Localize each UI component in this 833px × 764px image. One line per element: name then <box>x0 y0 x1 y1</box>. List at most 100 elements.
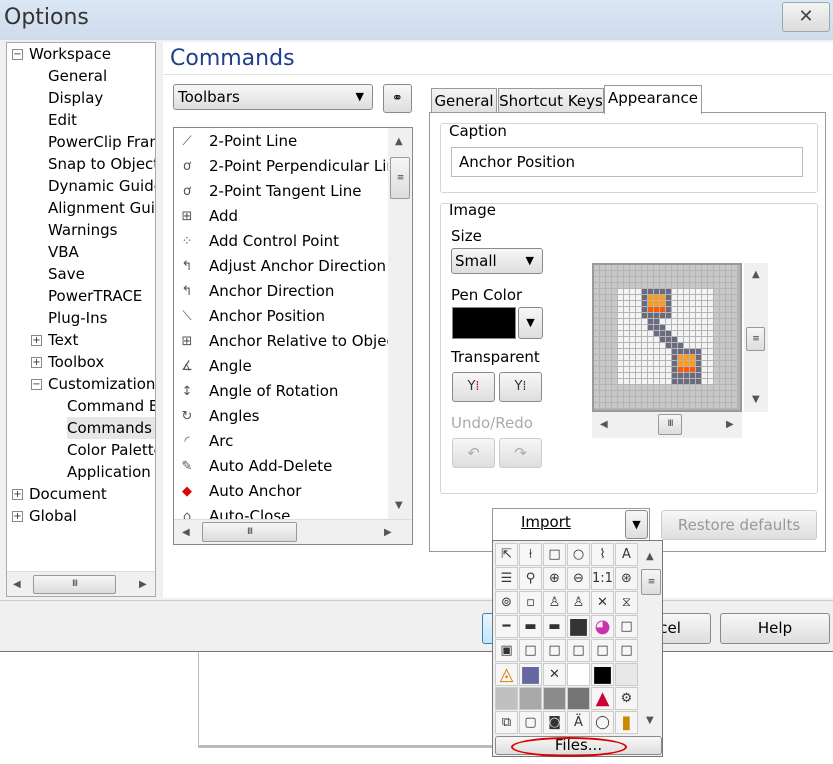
pixel-cell[interactable] <box>666 355 671 360</box>
pixel-cell[interactable] <box>600 349 605 354</box>
pixel-cell[interactable] <box>726 391 731 396</box>
pixel-cell[interactable] <box>708 307 713 312</box>
pixel-cell[interactable] <box>726 271 731 276</box>
pixel-cell[interactable] <box>714 337 719 342</box>
fill-white-icon[interactable] <box>567 663 590 686</box>
pixel-cell[interactable] <box>690 373 695 378</box>
preview-horizontal-scrollbar[interactable]: ◀ III ▶ <box>592 412 742 438</box>
pixel-cell[interactable] <box>720 385 725 390</box>
pixel-cell[interactable] <box>714 361 719 366</box>
pixel-cell[interactable] <box>678 325 683 330</box>
pixel-cell[interactable] <box>732 373 737 378</box>
pixel-cell[interactable] <box>690 265 695 270</box>
pixel-cell[interactable] <box>594 295 599 300</box>
pixel-cell[interactable] <box>726 265 731 270</box>
pixel-cell[interactable] <box>726 361 731 366</box>
pixel-cell[interactable] <box>666 325 671 330</box>
pixel-cell[interactable] <box>690 313 695 318</box>
pixel-cell[interactable] <box>612 313 617 318</box>
pixel-cell[interactable] <box>696 343 701 348</box>
tree-item[interactable]: Snap to Objects <box>48 153 155 175</box>
pixel-cell[interactable] <box>618 331 623 336</box>
pixel-cell[interactable] <box>666 289 671 294</box>
pixel-cell[interactable] <box>594 271 599 276</box>
pixel-cell[interactable] <box>708 337 713 342</box>
pixel-cell[interactable] <box>642 391 647 396</box>
pixel-cell[interactable] <box>696 391 701 396</box>
pixel-cell[interactable] <box>660 379 665 384</box>
pixel-cell[interactable] <box>690 307 695 312</box>
preview-vertical-scrollbar[interactable]: ▲ ≡ ▼ <box>744 263 768 412</box>
pixel-cell[interactable] <box>630 331 635 336</box>
pixel-cell[interactable] <box>726 283 731 288</box>
pixel-cell[interactable] <box>726 331 731 336</box>
pixel-cell[interactable] <box>618 277 623 282</box>
pixel-cell[interactable] <box>648 325 653 330</box>
pixel-cell[interactable] <box>684 325 689 330</box>
pixel-cell[interactable] <box>696 367 701 372</box>
pixel-cell[interactable] <box>732 295 737 300</box>
command-item[interactable]: ⊞ Add <box>174 204 388 229</box>
pixel-cell[interactable] <box>624 319 629 324</box>
pixel-cell[interactable] <box>642 325 647 330</box>
pixel-cell[interactable] <box>648 373 653 378</box>
pixel-cell[interactable] <box>660 265 665 270</box>
pixel-cell[interactable] <box>702 403 707 408</box>
pixel-cell[interactable] <box>600 307 605 312</box>
pixel-cell[interactable] <box>708 355 713 360</box>
fill-blue-icon[interactable]: ■ <box>519 663 542 686</box>
pixel-cell[interactable] <box>612 385 617 390</box>
transparent-color-button[interactable]: Y⁞ <box>452 372 495 402</box>
pixel-cell[interactable] <box>708 397 713 402</box>
pixel-cell[interactable] <box>732 403 737 408</box>
pixel-cell[interactable] <box>696 355 701 360</box>
pixel-cell[interactable] <box>696 397 701 402</box>
pixel-cell[interactable] <box>600 373 605 378</box>
pixel-cell[interactable] <box>618 301 623 306</box>
pixel-cell[interactable] <box>618 379 623 384</box>
pixel-cell[interactable] <box>630 319 635 324</box>
pixel-cell[interactable] <box>666 397 671 402</box>
pixel-cell[interactable] <box>678 271 683 276</box>
pixel-cell[interactable] <box>672 373 677 378</box>
pixel-cell[interactable] <box>732 313 737 318</box>
pixel-cell[interactable] <box>594 379 599 384</box>
pixel-cell[interactable] <box>654 271 659 276</box>
pixel-cell[interactable] <box>708 379 713 384</box>
pixel-cell[interactable] <box>606 295 611 300</box>
close-button[interactable]: ✕ <box>782 2 830 32</box>
list-horizontal-scrollbar[interactable]: ◀ III ▶ <box>174 519 412 544</box>
pixel-cell[interactable] <box>684 301 689 306</box>
import-dropdown[interactable]: Import ▼ <box>492 508 650 541</box>
pixel-cell[interactable] <box>714 331 719 336</box>
pixel-cell[interactable] <box>732 301 737 306</box>
icon-editor-preview[interactable] <box>592 263 742 412</box>
pixel-cell[interactable] <box>618 295 623 300</box>
pixel-cell[interactable] <box>618 283 623 288</box>
pixel-cell[interactable] <box>630 367 635 372</box>
pixel-cell[interactable] <box>708 349 713 354</box>
ellipse-icon[interactable]: ○ <box>567 543 590 566</box>
tree-item[interactable]: VBA <box>48 241 79 263</box>
pixel-cell[interactable] <box>660 319 665 324</box>
pixel-cell[interactable] <box>624 397 629 402</box>
pixel-cell[interactable] <box>594 337 599 342</box>
pixel-cell[interactable] <box>696 313 701 318</box>
pixel-cell[interactable] <box>666 391 671 396</box>
pixel-cell[interactable] <box>678 355 683 360</box>
pixel-cell[interactable] <box>612 265 617 270</box>
pixel-cell[interactable] <box>732 367 737 372</box>
pixel-cell[interactable] <box>624 313 629 318</box>
pixel-cell[interactable] <box>684 277 689 282</box>
pixel-cell[interactable] <box>708 391 713 396</box>
pixel-cell[interactable] <box>624 367 629 372</box>
pixel-cell[interactable] <box>636 343 641 348</box>
command-item[interactable]: ✎ Auto Add-Delete <box>174 454 388 479</box>
pixel-cell[interactable] <box>684 403 689 408</box>
pixel-cell[interactable] <box>666 277 671 282</box>
pixel-cell[interactable] <box>684 283 689 288</box>
command-item[interactable]: ◜ Arc <box>174 429 388 454</box>
pixel-cell[interactable] <box>630 313 635 318</box>
pixel-cell[interactable] <box>666 337 671 342</box>
pixel-cell[interactable] <box>624 343 629 348</box>
